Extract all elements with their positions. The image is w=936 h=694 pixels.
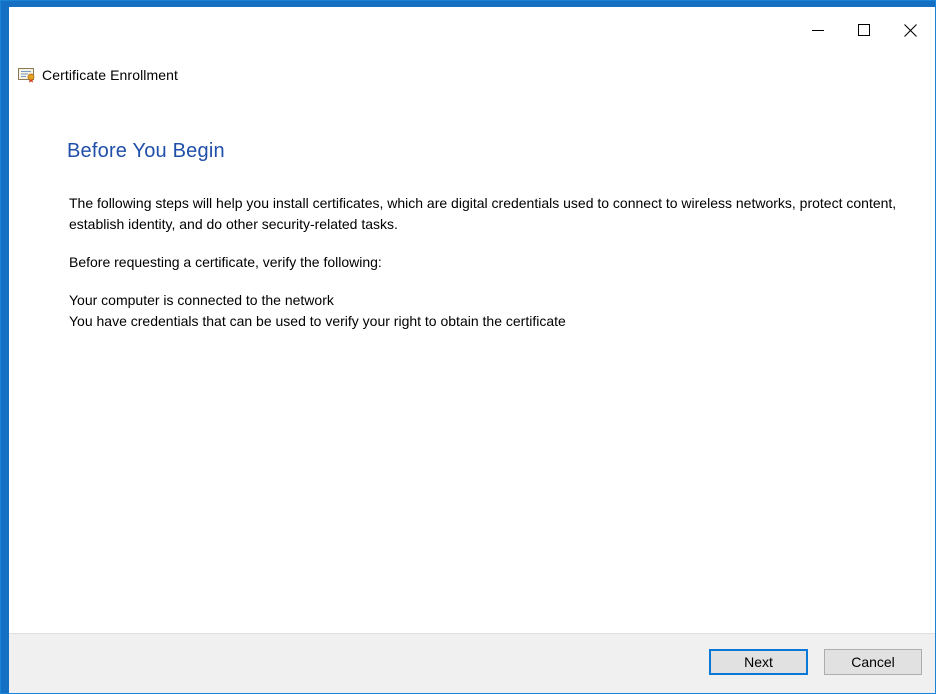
requirement-item: Your computer is connected to the networ… <box>69 292 334 308</box>
close-button[interactable] <box>887 7 933 53</box>
window-left-border <box>1 1 9 693</box>
page-body: The following steps will help you instal… <box>69 193 921 332</box>
certificate-enrollment-window: Certificate Enrollment Before You Begin … <box>0 0 936 694</box>
intro-text: The following steps will help you instal… <box>69 195 897 232</box>
window-title-bar: Certificate Enrollment <box>18 65 178 85</box>
certificate-icon <box>18 67 36 83</box>
next-button[interactable]: Next <box>709 649 808 675</box>
minimize-icon <box>812 24 824 36</box>
close-icon <box>903 23 917 37</box>
maximize-button[interactable] <box>841 7 887 53</box>
cancel-button[interactable]: Cancel <box>824 649 922 675</box>
caption-buttons <box>795 7 933 53</box>
minimize-button[interactable] <box>795 7 841 53</box>
window-title: Certificate Enrollment <box>42 67 179 83</box>
maximize-icon <box>858 24 870 36</box>
requirement-item: You have credentials that can be used to… <box>69 313 566 329</box>
page-heading: Before You Begin <box>67 140 225 162</box>
verify-prompt: Before requesting a certificate, verify … <box>69 254 382 270</box>
